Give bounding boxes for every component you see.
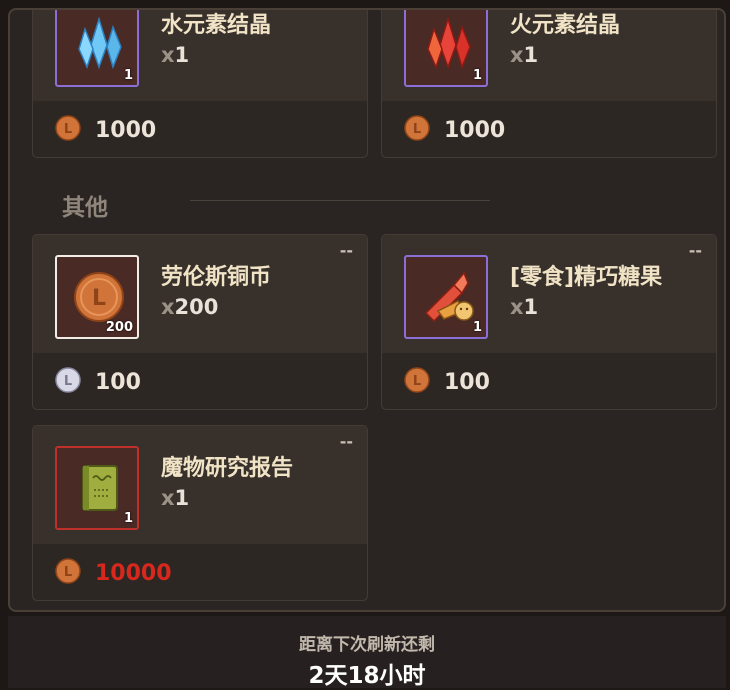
item-count: x200 — [161, 295, 219, 319]
refresh-time: 2天18小时 — [308, 663, 426, 689]
shop-item-copper-coin[interactable]: -- L 200 劳伦斯铜币 x200 L 100 — [32, 234, 368, 410]
copper-coin-currency-icon: L — [404, 115, 430, 141]
shop-item-water-crystal[interactable]: 1 水元素结晶 x1 L 1000 — [32, 10, 368, 158]
svg-text:L: L — [64, 374, 72, 389]
copper-coin-currency-icon: L — [55, 558, 81, 584]
water-crystal-icon — [78, 16, 122, 70]
svg-text:L: L — [413, 122, 421, 137]
svg-text:L: L — [92, 286, 106, 311]
item-slot: 1 — [55, 446, 139, 530]
copper-coin-currency-icon: L — [404, 367, 430, 393]
item-slot: 1 — [55, 10, 139, 87]
shop-item-candy[interactable]: -- 1 [零食]精巧糖果 x1 L 100 — [381, 234, 717, 410]
item-count: x1 — [510, 295, 539, 319]
shop-panel: 1 水元素结晶 x1 L 1000 1 火元素结晶 x1 L 1000 其他 -… — [8, 8, 726, 612]
shop-item-monster-report[interactable]: -- 1 魔物研究报告 x1 L 10000 — [32, 425, 368, 601]
refresh-label: 距离下次刷新还剩 — [299, 635, 435, 655]
item-count: x1 — [161, 43, 190, 67]
candy-icon — [424, 271, 474, 323]
item-quantity-badge: 1 — [472, 320, 482, 335]
silver-coin-currency-icon: L — [55, 367, 81, 393]
shop-item-fire-crystal[interactable]: 1 火元素结晶 x1 L 1000 — [381, 10, 717, 158]
item-slot: L 200 — [55, 255, 139, 339]
item-price: 1000 — [95, 118, 157, 143]
item-quantity-badge: 200 — [105, 320, 133, 335]
fire-crystal-icon — [427, 16, 471, 70]
limit-indicator: -- — [339, 432, 353, 451]
item-name: 魔物研究报告 — [161, 456, 294, 481]
item-price: 100 — [95, 370, 141, 395]
section-divider — [190, 200, 490, 201]
item-name: [零食]精巧糖果 — [510, 265, 663, 290]
limit-indicator: -- — [688, 241, 702, 260]
svg-text:L: L — [413, 374, 421, 389]
item-price: 1000 — [444, 118, 506, 143]
item-slot: 1 — [404, 255, 488, 339]
copper-coin-icon: L — [74, 272, 124, 322]
item-name: 水元素结晶 — [161, 13, 272, 38]
item-count: x1 — [510, 43, 539, 67]
item-quantity-badge: 1 — [472, 68, 482, 83]
item-slot: 1 — [404, 10, 488, 87]
monster-report-book-icon — [82, 465, 118, 511]
item-name: 劳伦斯铜币 — [161, 265, 272, 290]
limit-indicator: -- — [339, 241, 353, 260]
copper-coin-currency-icon: L — [55, 115, 81, 141]
svg-text:L: L — [64, 565, 72, 580]
item-quantity-badge: 1 — [123, 68, 133, 83]
item-price: 10000 — [95, 561, 172, 586]
svg-text:L: L — [64, 122, 72, 137]
item-quantity-badge: 1 — [123, 511, 133, 526]
item-count: x1 — [161, 486, 190, 510]
section-title-other: 其他 — [62, 195, 108, 221]
item-price: 100 — [444, 370, 490, 395]
refresh-timer-footer: 距离下次刷新还剩 2天18小时 — [8, 616, 726, 689]
item-name: 火元素结晶 — [510, 13, 621, 38]
